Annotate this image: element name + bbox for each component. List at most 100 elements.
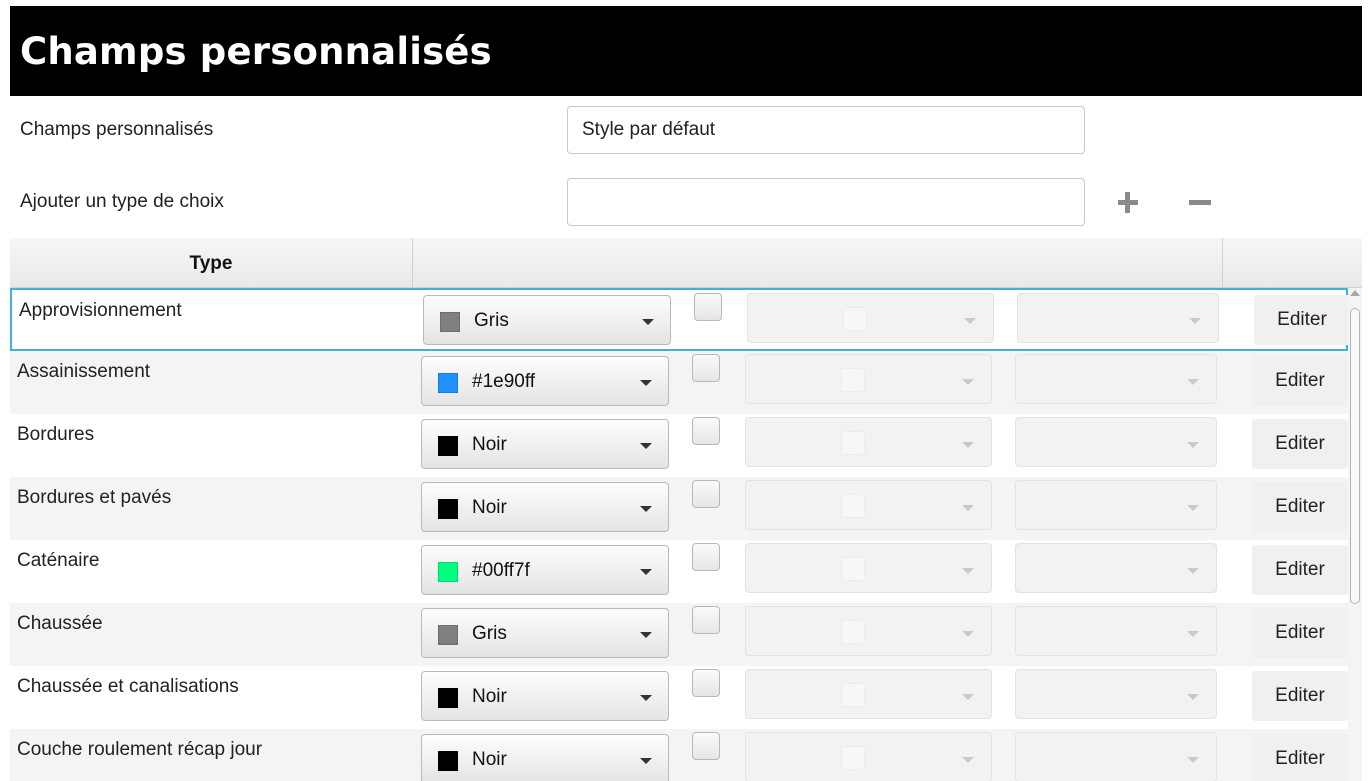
table-row[interactable]: Bordures Noir Editer [10, 414, 1348, 477]
disabled-combo-1 [745, 606, 992, 656]
scroll-thumb[interactable] [1350, 308, 1360, 604]
row-type-label: Assainissement [17, 361, 151, 382]
disabled-swatch [841, 557, 865, 581]
disabled-combo-2 [1015, 543, 1217, 593]
color-combo-label: Noir [472, 686, 507, 707]
color-swatch [438, 436, 458, 456]
chevron-down-icon [962, 379, 974, 385]
color-combo-label: Noir [472, 749, 507, 770]
chevron-down-icon [640, 506, 652, 512]
vertical-scrollbar[interactable] [1348, 288, 1362, 781]
chevron-down-icon [642, 319, 654, 325]
disabled-swatch [841, 620, 865, 644]
page-title: Champs personnalisés [10, 6, 1362, 96]
disabled-swatch [841, 683, 865, 707]
color-swatch [440, 312, 460, 332]
style-row: Champs personnalisés [10, 100, 1362, 160]
color-combo[interactable]: Noir [421, 419, 669, 469]
disabled-combo-1 [745, 354, 992, 404]
chevron-down-icon [962, 631, 974, 637]
row-checkbox[interactable] [692, 669, 720, 697]
table-row[interactable]: Caténaire #00ff7f Editer [10, 540, 1348, 603]
color-combo[interactable]: #00ff7f [421, 545, 669, 595]
edit-button[interactable]: Editer [1252, 545, 1348, 595]
color-combo[interactable]: #1e90ff [421, 356, 669, 406]
row-checkbox[interactable] [694, 293, 722, 321]
row-checkbox[interactable] [692, 606, 720, 634]
color-combo[interactable]: Noir [421, 482, 669, 532]
table-row[interactable]: Assainissement #1e90ff Editer [10, 351, 1348, 414]
chevron-down-icon [962, 442, 974, 448]
chevron-down-icon [640, 695, 652, 701]
color-combo-label: #00ff7f [472, 560, 530, 581]
choice-row: Ajouter un type de choix [10, 172, 1362, 232]
choice-input[interactable] [567, 178, 1085, 226]
edit-button[interactable]: Editer [1252, 608, 1348, 658]
chevron-down-icon [1187, 442, 1199, 448]
chevron-down-icon [964, 318, 976, 324]
table-row[interactable]: Approvisionnement Gris Editer [10, 288, 1350, 351]
row-checkbox[interactable] [692, 543, 720, 571]
disabled-combo-2 [1015, 417, 1217, 467]
color-combo-label: Noir [472, 497, 507, 518]
color-swatch [438, 499, 458, 519]
chevron-down-icon [1187, 631, 1199, 637]
row-type-label: Caténaire [17, 550, 100, 571]
disabled-swatch [841, 431, 865, 455]
edit-button[interactable]: Editer [1252, 419, 1348, 469]
edit-button[interactable]: Editer [1252, 734, 1348, 781]
disabled-combo-1 [745, 669, 992, 719]
disabled-combo-2 [1015, 480, 1217, 530]
choice-label: Ajouter un type de choix [20, 191, 224, 212]
disabled-combo-2 [1015, 354, 1217, 404]
edit-button[interactable]: Editer [1254, 295, 1350, 345]
disabled-combo-2 [1015, 669, 1217, 719]
color-combo-label: Gris [474, 310, 509, 331]
color-swatch [438, 373, 458, 393]
row-type-label: Bordures [17, 424, 95, 445]
table-row[interactable]: Bordures et pavés Noir Editer [10, 477, 1348, 540]
row-checkbox[interactable] [692, 480, 720, 508]
disabled-combo-2 [1017, 293, 1219, 343]
chevron-down-icon [962, 757, 974, 763]
chevron-down-icon [962, 505, 974, 511]
row-checkbox[interactable] [692, 354, 720, 382]
row-checkbox[interactable] [692, 732, 720, 760]
disabled-combo-1 [745, 480, 992, 530]
style-input[interactable] [567, 106, 1085, 154]
color-swatch [438, 688, 458, 708]
chevron-down-icon [1187, 379, 1199, 385]
style-label: Champs personnalisés [20, 119, 214, 140]
color-combo-label: Noir [472, 434, 507, 455]
color-combo[interactable]: Gris [423, 295, 671, 345]
disabled-swatch [841, 494, 865, 518]
row-type-label: Approvisionnement [19, 300, 182, 321]
table-row[interactable]: Chaussée et canalisations Noir Editer [10, 666, 1348, 729]
disabled-combo-1 [745, 732, 992, 781]
remove-choice-button[interactable] [1185, 186, 1215, 218]
edit-button[interactable]: Editer [1252, 482, 1348, 532]
chevron-down-icon [1187, 505, 1199, 511]
table-row[interactable]: Couche roulement récap jour Noir Editer [10, 729, 1348, 781]
color-combo[interactable]: Gris [421, 608, 669, 658]
column-header-options[interactable] [413, 238, 1223, 288]
edit-button[interactable]: Editer [1252, 356, 1348, 406]
chevron-down-icon [640, 758, 652, 764]
row-checkbox[interactable] [692, 417, 720, 445]
column-header-type[interactable]: Type [10, 238, 413, 288]
chevron-down-icon [1187, 694, 1199, 700]
row-type-label: Chaussée [17, 613, 103, 634]
page-title-text: Champs personnalisés [20, 29, 492, 73]
color-combo[interactable]: Noir [421, 671, 669, 721]
disabled-swatch [841, 746, 865, 770]
edit-button[interactable]: Editer [1252, 671, 1348, 721]
color-combo[interactable]: Noir [421, 734, 669, 781]
chevron-down-icon [640, 632, 652, 638]
scroll-up-icon[interactable] [1350, 290, 1360, 296]
chevron-down-icon [640, 443, 652, 449]
disabled-combo-2 [1015, 732, 1217, 781]
chevron-down-icon [640, 380, 652, 386]
chevron-down-icon [1187, 568, 1199, 574]
table-row[interactable]: Chaussée Gris Editer [10, 603, 1348, 666]
add-choice-button[interactable] [1113, 186, 1143, 218]
